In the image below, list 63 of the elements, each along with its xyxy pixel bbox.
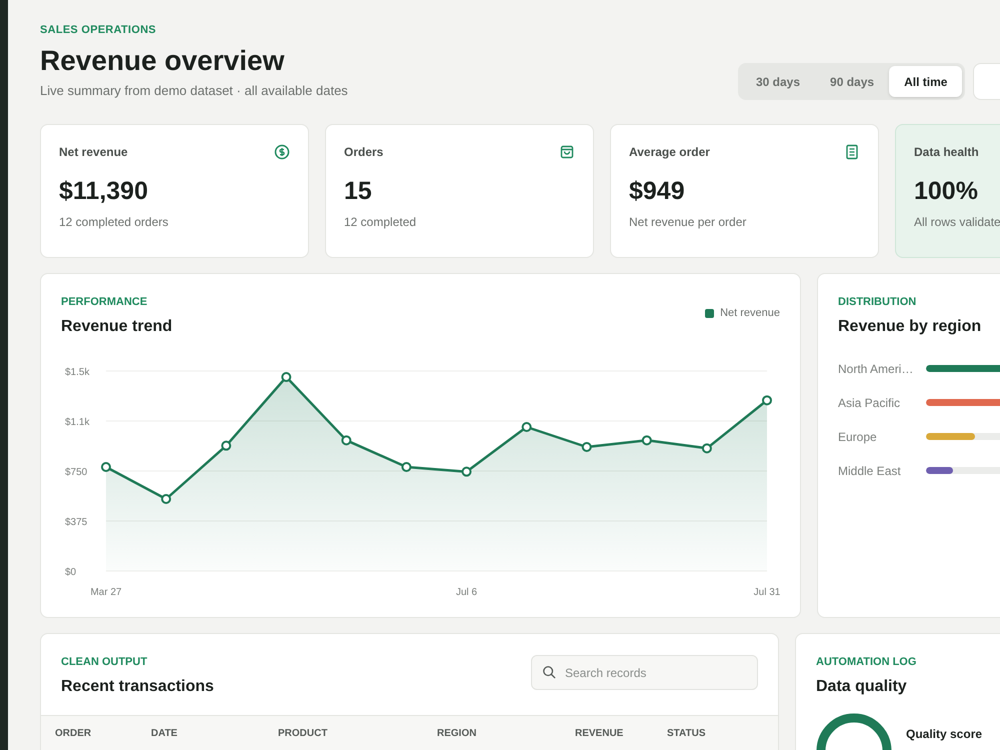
range-tab[interactable]: All time [889, 66, 962, 97]
page-subtitle: Live summary from demo dataset · all available dates [40, 82, 349, 100]
stat-value: $949 [629, 176, 686, 207]
card-title: Revenue by region [838, 316, 982, 336]
axis-label: Jul 6 [456, 586, 478, 598]
axis-label: $0 [65, 566, 76, 578]
stat-note: 12 completed [344, 214, 418, 231]
axis-label: $1.5k [65, 366, 90, 378]
bag-icon [559, 144, 575, 160]
stat-label: Orders [344, 144, 384, 161]
card-eyebrow: CLEAN OUTPUT [61, 655, 148, 670]
card-eyebrow: PERFORMANCE [61, 295, 148, 310]
range-tab[interactable]: 30 days [741, 66, 816, 97]
stat-value: 100% [914, 176, 979, 207]
column-header: REVENUE [575, 727, 624, 741]
stat-note: All rows validate [914, 214, 1000, 231]
column-header: DATE [151, 727, 178, 741]
data-point [221, 440, 232, 450]
score-label: Quality score [906, 726, 982, 742]
stat-note: 12 completed orders [59, 214, 170, 231]
card-eyebrow: DISTRIBUTION [838, 295, 918, 310]
data-point [582, 442, 592, 452]
card-title: Data quality [816, 676, 908, 696]
card-title: Recent transactions [61, 676, 214, 696]
axis-label: $750 [65, 466, 88, 478]
data-point [101, 462, 111, 472]
axis-label: $375 [65, 516, 88, 528]
data-point [341, 434, 352, 445]
axis-label: $1.1k [65, 416, 90, 428]
search-field[interactable]: Search records [531, 655, 758, 690]
document-icon [844, 144, 860, 160]
data-point [522, 422, 532, 432]
card-eyebrow: AUTOMATION LOG [816, 655, 918, 670]
data-point [762, 394, 772, 405]
data-point [161, 494, 172, 504]
stat-label: Average order [629, 144, 710, 161]
column-header: STATUS [667, 727, 707, 741]
dollar-icon [274, 144, 290, 160]
section-eyebrow: SALES OPERATIONS [40, 23, 158, 38]
axis-label: Jul 31 [754, 586, 780, 598]
data-point [281, 372, 292, 382]
data-point [462, 466, 472, 476]
legend-label: Net revenue [720, 306, 780, 321]
stat-note: Net revenue per order [629, 214, 748, 231]
data-point [702, 442, 712, 453]
region-label: Middle East [838, 462, 902, 480]
range-tab[interactable]: 90 days [815, 66, 890, 97]
stat-label: Net revenue [59, 144, 128, 161]
stat-value: $11,390 [59, 176, 149, 207]
stat-value: 15 [344, 176, 373, 207]
column-header: REGION [437, 727, 478, 741]
data-point [642, 434, 652, 445]
page-title: Revenue overview [40, 44, 286, 78]
search-icon [542, 665, 556, 679]
stat-label: Data health [914, 144, 979, 161]
region-label: North Ameri… [838, 360, 914, 378]
region-label: Asia Pacific [838, 394, 902, 412]
data-point [401, 462, 412, 472]
region-label: Europe [838, 428, 878, 446]
column-header: PRODUCT [278, 727, 328, 741]
axis-label: Mar 27 [90, 586, 122, 598]
card-title: Revenue trend [61, 316, 172, 336]
column-header: ORDER [55, 727, 92, 741]
